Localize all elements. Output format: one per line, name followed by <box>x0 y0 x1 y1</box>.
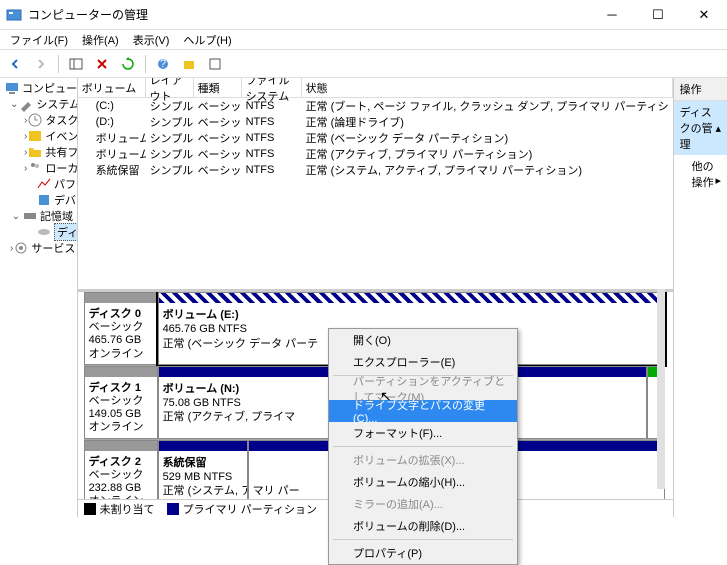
close-button[interactable]: ✕ <box>681 0 727 30</box>
context-menu-item[interactable]: エクスプローラー(E) <box>329 351 517 373</box>
context-menu-item[interactable]: フォーマット(F)... <box>329 422 517 444</box>
context-menu-item[interactable]: プロパティ(P) <box>329 542 517 564</box>
app-icon <box>6 7 22 23</box>
actions-selected[interactable]: ディスクの管理 ▴ <box>674 101 727 155</box>
menubar: ファイル(F) 操作(A) 表示(V) ヘルプ(H) <box>0 30 727 50</box>
col-layout[interactable]: レイアウト <box>146 78 194 97</box>
forward-button[interactable] <box>30 53 52 75</box>
scrollbar[interactable] <box>657 289 665 489</box>
tree-performance[interactable]: パフォーマンス <box>2 176 75 192</box>
context-menu-item: ミラーの追加(A)... <box>329 493 517 515</box>
actions-title: 操作 <box>674 78 727 101</box>
svg-text:?: ? <box>160 58 166 70</box>
volume-row[interactable]: ボリューム (E:)シンプルベーシックNTFS正常 (ベーシック データ パーテ… <box>78 130 673 146</box>
context-menu-item: ボリュームの拡張(X)... <box>329 449 517 471</box>
context-menu-item[interactable]: ボリュームの削除(D)... <box>329 515 517 537</box>
refresh-button[interactable] <box>117 53 139 75</box>
disk-icon <box>36 224 52 240</box>
volume-row[interactable]: (C:)シンプルベーシックNTFS正常 (ブート, ページ ファイル, クラッシ… <box>78 98 673 114</box>
back-button[interactable] <box>4 53 26 75</box>
toolbar: ? <box>0 50 727 78</box>
pane-button[interactable] <box>65 53 87 75</box>
chevron-right-icon: ▸ <box>715 174 721 187</box>
menu-action[interactable]: 操作(A) <box>76 30 125 50</box>
nav-tree[interactable]: コンピューターの管理 (ローカル) ⌄ システム ツール ›タスク スケジューラ… <box>0 78 78 517</box>
volume-row[interactable]: ボリューム (N:)シンプルベーシックNTFS正常 (アクティブ, プライマリ … <box>78 146 673 162</box>
properties-button[interactable] <box>204 53 226 75</box>
services-icon <box>13 240 29 256</box>
col-type[interactable]: 種類 <box>194 78 242 97</box>
users-icon <box>27 160 43 176</box>
disk-header[interactable]: ディスク 1ベーシック149.05 GBオンライン <box>84 366 158 439</box>
tree-services[interactable]: ›サービスとアプリケーション <box>2 240 75 256</box>
device-icon <box>36 192 52 208</box>
computer-icon <box>4 80 20 96</box>
actions-other[interactable]: 他の操作 ▸ <box>674 155 727 193</box>
volume-list[interactable]: ボリューム レイアウト 種類 ファイル システム 状態 (C:)シンプルベーシッ… <box>78 78 673 289</box>
chevron-up-icon: ▴ <box>715 122 721 135</box>
event-icon <box>27 128 43 144</box>
legend-unalloc-swatch <box>84 503 96 515</box>
tree-systools[interactable]: ⌄ システム ツール <box>2 96 75 112</box>
delete-button[interactable] <box>91 53 113 75</box>
tree-sharedfolders[interactable]: ›共有フォルダー <box>2 144 75 160</box>
context-menu-item[interactable]: 開く(O) <box>329 329 517 351</box>
collapse-icon[interactable]: ⌄ <box>10 99 18 110</box>
volume-row[interactable]: 系統保留シンプルベーシックNTFS正常 (システム, アクティブ, プライマリ … <box>78 162 673 178</box>
volume-row[interactable]: (D:)シンプルベーシックNTFS正常 (論理ドライブ) <box>78 114 673 130</box>
legend-primary-label: プライマリ パーティション <box>183 501 317 517</box>
collapse-icon[interactable]: ⌄ <box>10 211 22 222</box>
disk-header[interactable]: ディスク 2ベーシック232.88 GBオンライン <box>84 440 158 500</box>
menu-file[interactable]: ファイル(F) <box>4 30 74 50</box>
tree-eventviewer[interactable]: ›イベント ビューアー <box>2 128 75 144</box>
col-volume[interactable]: ボリューム <box>78 78 146 97</box>
help-button[interactable]: ? <box>152 53 174 75</box>
col-fs[interactable]: ファイル システム <box>242 78 302 97</box>
settings-button[interactable] <box>178 53 200 75</box>
tree-devicemanager[interactable]: デバイス マネージャー <box>2 192 75 208</box>
context-menu-item[interactable]: ドライブ文字とパスの変更(C)... <box>329 400 517 422</box>
clock-icon <box>27 112 43 128</box>
context-menu[interactable]: 開く(O)エクスプローラー(E)パーティションをアクティブとしてマーク(M)ドラ… <box>328 328 518 565</box>
window-title: コンピューターの管理 <box>28 6 589 23</box>
actions-pane: 操作 ディスクの管理 ▴ 他の操作 ▸ <box>674 78 727 517</box>
storage-icon <box>22 208 38 224</box>
tree-storage[interactable]: ⌄記憶域 <box>2 208 75 224</box>
context-menu-item[interactable]: ボリュームの縮小(H)... <box>329 471 517 493</box>
folder-icon <box>27 144 43 160</box>
titlebar: コンピューターの管理 ─ ☐ ✕ <box>0 0 727 30</box>
col-status[interactable]: 状態 <box>302 78 673 97</box>
tree-diskmgmt[interactable]: ディスクの管理 <box>2 224 75 240</box>
performance-icon <box>36 176 52 192</box>
tree-root-label: コンピューターの管理 (ローカル) <box>22 80 78 96</box>
disk-header[interactable]: ディスク 0ベーシック465.76 GBオンライン <box>84 292 158 365</box>
menu-view[interactable]: 表示(V) <box>127 30 176 50</box>
legend-unalloc-label: 未割り当て <box>100 501 155 517</box>
tools-icon <box>18 96 34 112</box>
tree-taskscheduler[interactable]: ›タスク スケジューラ <box>2 112 75 128</box>
volume-header: ボリューム レイアウト 種類 ファイル システム 状態 <box>78 78 673 98</box>
tree-root[interactable]: コンピューターの管理 (ローカル) <box>2 80 75 96</box>
menu-help[interactable]: ヘルプ(H) <box>177 30 237 50</box>
tree-localusers[interactable]: ›ローカル ユーザーとグループ <box>2 160 75 176</box>
legend-primary-swatch <box>167 503 179 515</box>
minimize-button[interactable]: ─ <box>589 0 635 30</box>
maximize-button[interactable]: ☐ <box>635 0 681 30</box>
partition[interactable]: 系統保留529 MB NTFS正常 (システム, アクティブ <box>158 440 248 500</box>
